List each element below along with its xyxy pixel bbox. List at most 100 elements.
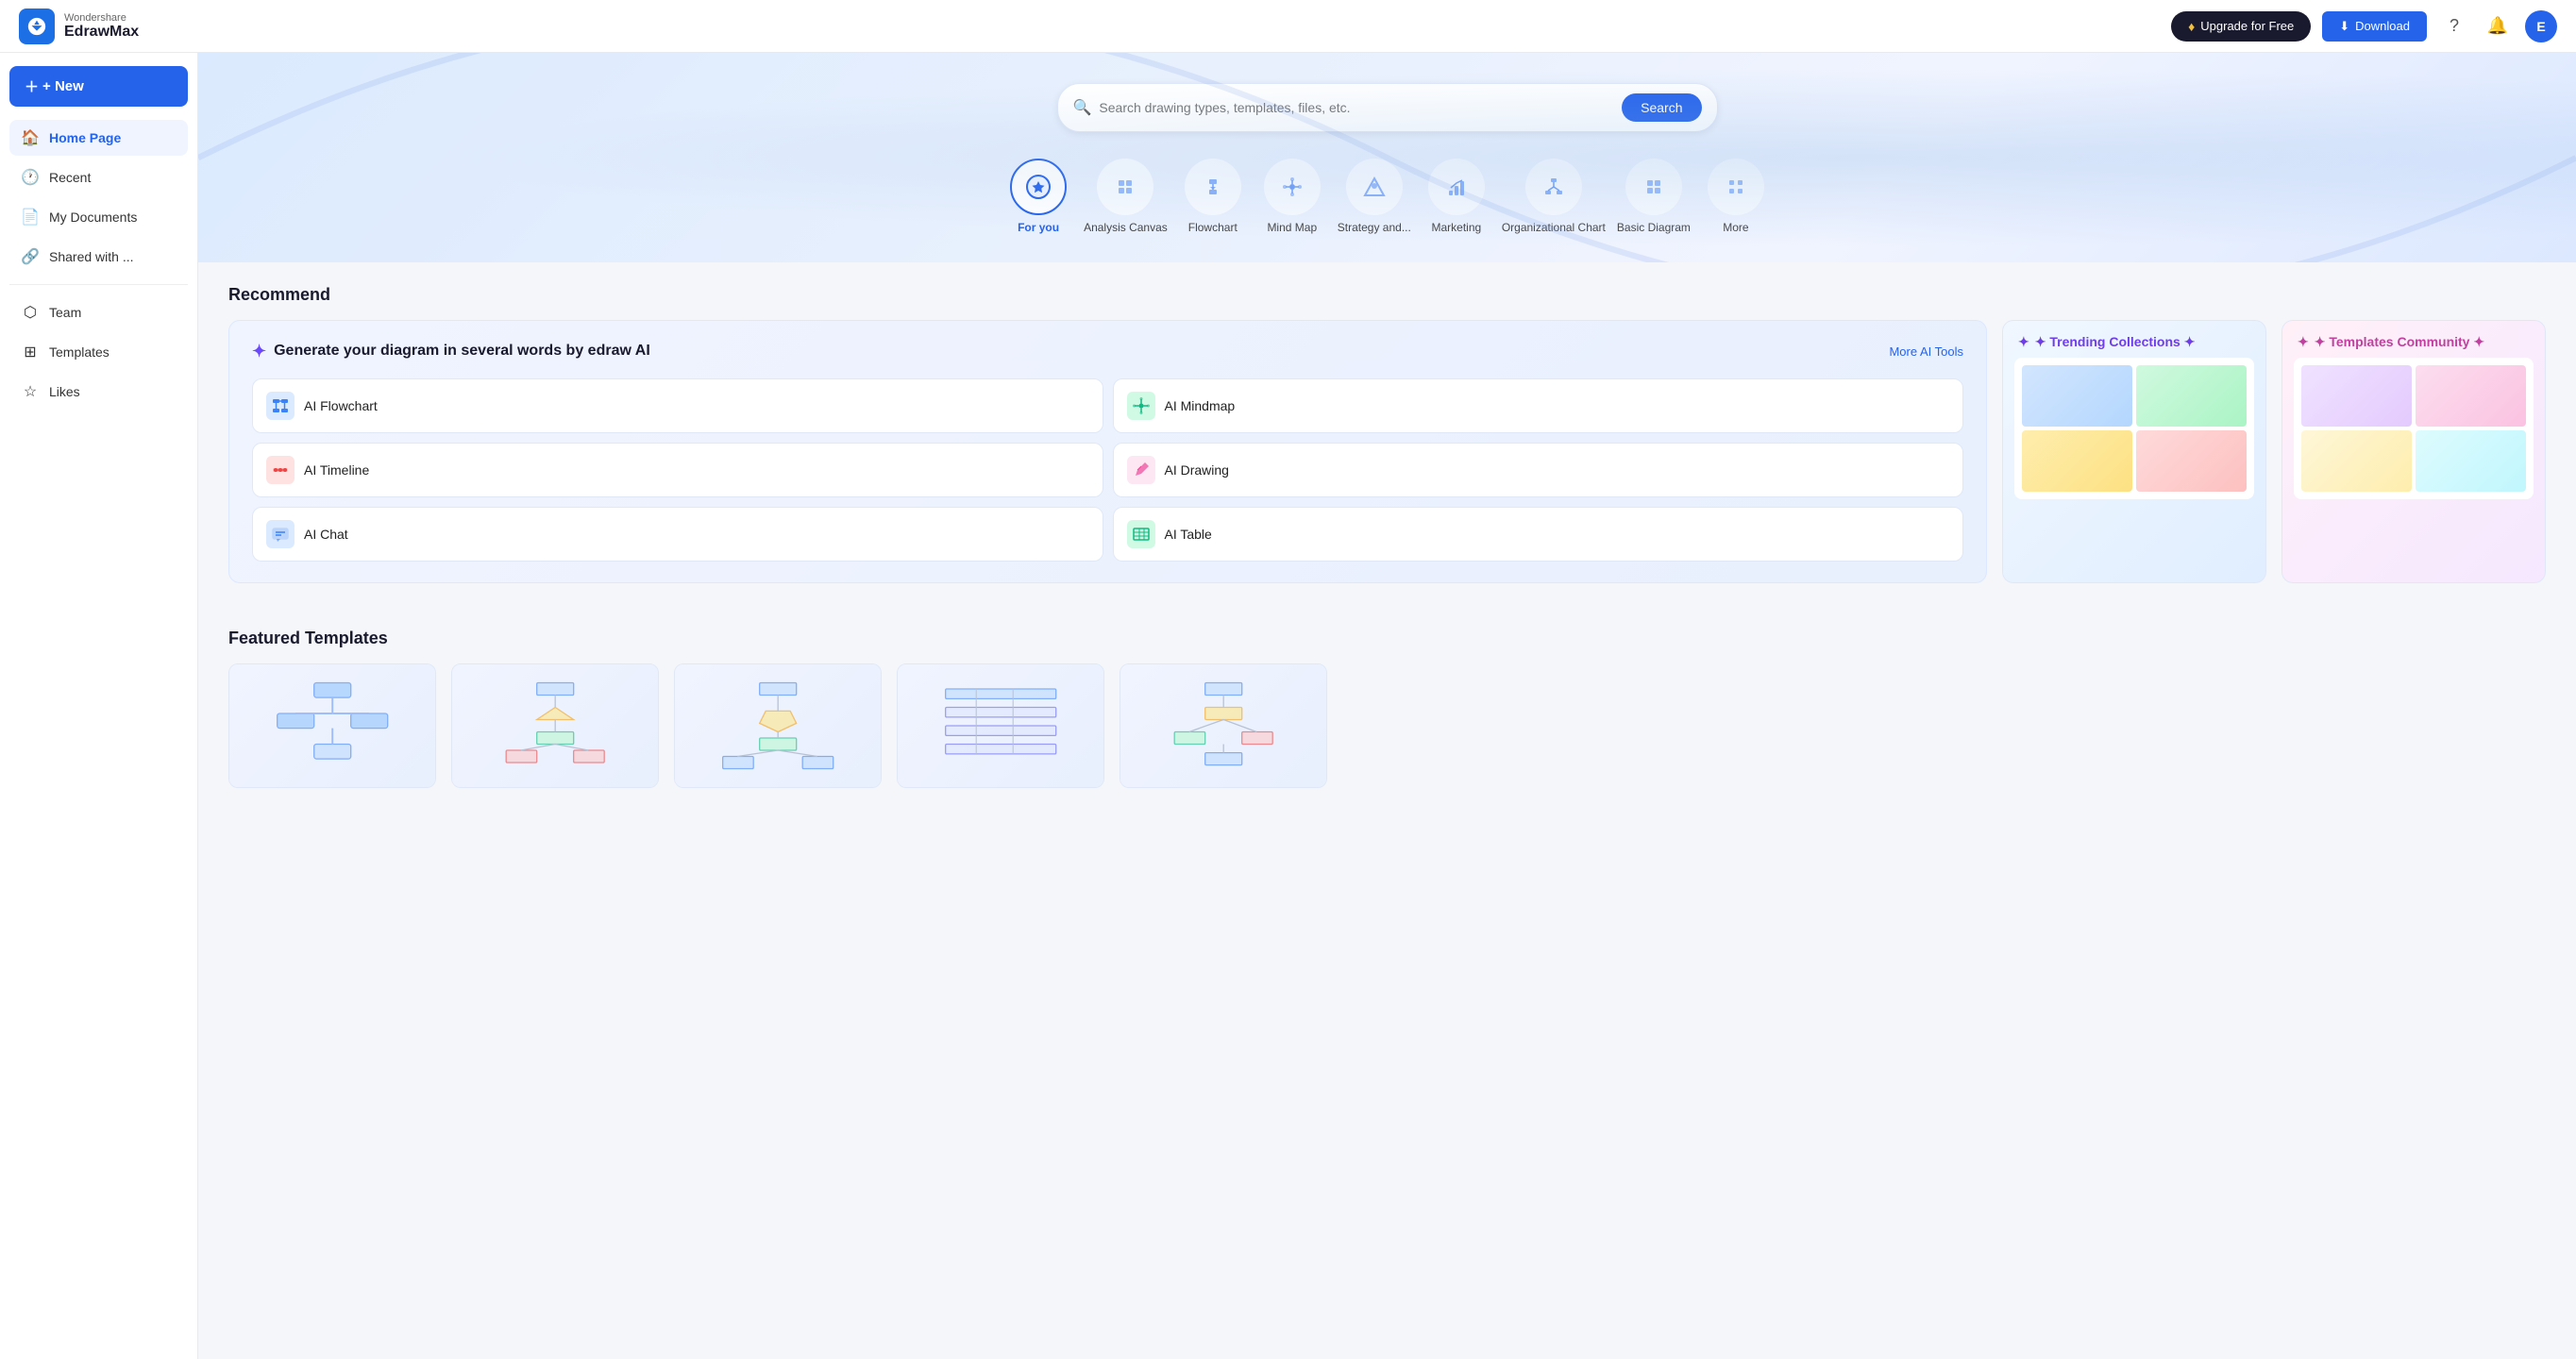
category-label-for-you: For you [1018,221,1059,236]
help-icon: ? [2450,16,2459,36]
ai-tools-grid: AI Flowchart [252,378,1963,562]
ai-mindmap-icon [1127,392,1155,420]
preview-tile-1 [2022,365,2132,427]
template-thumb-3 [898,664,1103,787]
sidebar-item-my-documents[interactable]: 📄 My Documents [9,199,188,235]
category-icon-for-you [1010,159,1067,215]
content: 🔍 Search For you [198,53,2576,1359]
category-label-org-chart: Organizational Chart [1502,221,1606,236]
help-button[interactable]: ? [2438,10,2470,42]
template-thumb-1 [452,664,658,787]
sidebar-item-likes[interactable]: ☆ Likes [9,374,188,410]
sidebar: ＋ + New 🏠 Home Page 🕐 Recent 📄 My Docume… [0,53,198,1359]
upgrade-button[interactable]: ♦ Upgrade for Free [2171,11,2311,42]
more-ai-link[interactable]: More AI Tools [1889,344,1963,359]
sidebar-item-templates[interactable]: ⊞ Templates [9,334,188,370]
trending-collections-card[interactable]: ✦ ✦ Trending Collections ✦ [2002,320,2266,583]
category-marketing[interactable]: Marketing [1423,159,1490,236]
sparkle-community-icon: ✦ [2298,334,2309,350]
category-flowchart[interactable]: Flowchart [1179,159,1247,236]
ai-timeline-btn[interactable]: AI Timeline [252,443,1103,497]
ai-card-header: ✦ Generate your diagram in several words… [252,342,1963,361]
category-label-analysis: Analysis Canvas [1084,221,1168,236]
ai-tools-card: ✦ Generate your diagram in several words… [228,320,1987,583]
community-tile-4 [2416,430,2526,492]
preview-tile-2 [2136,365,2247,427]
clock-icon: 🕐 [21,168,40,187]
category-label-more: More [1723,221,1748,236]
category-strategy[interactable]: Strategy and... [1338,159,1411,236]
notifications-button[interactable]: 🔔 [2482,10,2514,42]
diamond-icon: ♦ [2188,19,2195,34]
template-card-1[interactable] [451,663,659,788]
ai-table-btn[interactable]: AI Table [1113,507,1964,562]
ai-card-title: ✦ Generate your diagram in several words… [252,342,650,361]
search-input[interactable] [1099,100,1622,115]
new-button[interactable]: ＋ + New [9,66,188,107]
search-bar: 🔍 Search [1057,83,1718,132]
category-mindmap[interactable]: Mind Map [1258,159,1326,236]
template-card-4[interactable] [1120,663,1327,788]
template-card-2[interactable] [674,663,882,788]
search-button[interactable]: Search [1622,93,1701,122]
hero-banner: 🔍 Search For you [198,53,2576,262]
ai-drawing-icon [1127,456,1155,484]
featured-section: Featured Templates [198,606,2576,818]
template-card-3[interactable] [897,663,1104,788]
home-icon: 🏠 [21,128,40,147]
category-icon-basic [1625,159,1682,215]
community-tile-1 [2301,365,2412,427]
category-analysis[interactable]: Analysis Canvas [1084,159,1168,236]
category-icon-flowchart [1185,159,1241,215]
sidebar-item-recent[interactable]: 🕐 Recent [9,159,188,195]
category-more[interactable]: More [1702,159,1770,236]
recommend-section: Recommend ✦ Generate your diagram in sev… [198,262,2576,606]
category-icon-more [1708,159,1764,215]
team-icon: ⬡ [21,303,40,322]
trending-preview-grid [2014,358,2254,499]
ai-flowchart-btn[interactable]: AI Flowchart [252,378,1103,433]
logo: Wondershare EdrawMax [19,8,139,44]
ai-chat-icon [266,520,295,548]
download-icon: ⬇ [2339,19,2349,34]
category-icon-strategy [1346,159,1403,215]
category-icon-analysis [1097,159,1153,215]
avatar[interactable]: E [2525,10,2557,42]
category-for-you[interactable]: For you [1004,159,1072,236]
templates-row [228,663,2546,796]
sidebar-item-home[interactable]: 🏠 Home Page [9,120,188,156]
community-preview [2294,358,2534,499]
category-label-flowchart: Flowchart [1188,221,1237,236]
bell-icon: 🔔 [2487,16,2508,36]
preview-tile-4 [2136,430,2247,492]
ai-drawing-btn[interactable]: AI Drawing [1113,443,1964,497]
templates-community-card[interactable]: ✦ ✦ Templates Community ✦ [2281,320,2546,583]
ai-chat-btn[interactable]: AI Chat [252,507,1103,562]
category-label-mindmap: Mind Map [1267,221,1317,236]
template-card-0[interactable] [228,663,436,788]
brand-label: Wondershare [64,12,139,24]
category-basic[interactable]: Basic Diagram [1617,159,1691,236]
ai-mindmap-btn[interactable]: AI Mindmap [1113,378,1964,433]
document-icon: 📄 [21,208,40,226]
ai-timeline-icon [266,456,295,484]
category-label-marketing: Marketing [1431,221,1481,236]
community-tile-3 [2301,430,2412,492]
sidebar-item-team[interactable]: ⬡ Team [9,294,188,330]
category-icon-org-chart [1525,159,1582,215]
ai-table-icon [1127,520,1155,548]
trending-preview [2014,358,2254,499]
category-row: For you Analysis Canvas [236,159,2538,236]
featured-title: Featured Templates [228,629,2546,648]
template-thumb-2 [675,664,881,787]
category-org-chart[interactable]: Organizational Chart [1502,159,1606,236]
category-icon-mindmap [1264,159,1321,215]
plus-icon: ＋ [25,76,39,96]
logo-icon [19,8,55,44]
search-icon: 🔍 [1073,98,1092,117]
download-button[interactable]: ⬇ Download [2322,11,2427,42]
community-header: ✦ ✦ Templates Community ✦ [2282,321,2545,358]
product-label: EdrawMax [64,24,139,41]
sidebar-item-shared[interactable]: 🔗 Shared with ... [9,239,188,275]
ai-flowchart-icon [266,392,295,420]
